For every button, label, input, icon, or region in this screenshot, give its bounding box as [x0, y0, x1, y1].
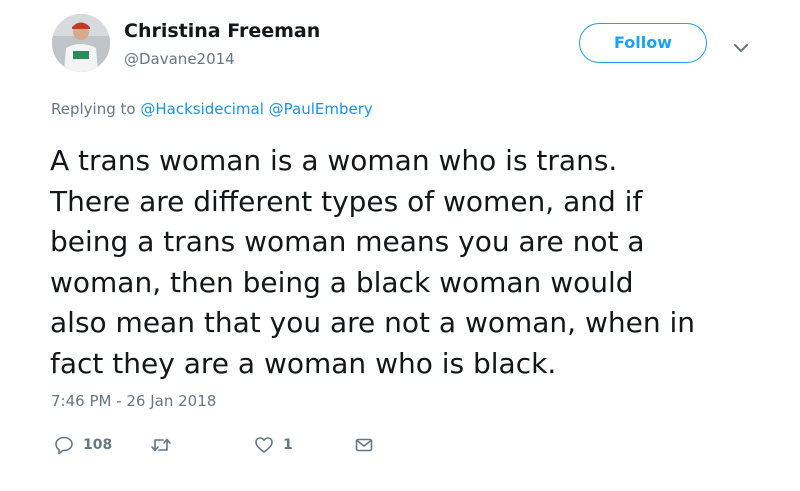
tweet-text-line: woman, then being a black woman would [50, 265, 634, 299]
mention-link[interactable]: @Hacksidecimal [140, 100, 264, 118]
chevron-down-icon[interactable] [733, 40, 749, 52]
like-button[interactable]: 1 [254, 432, 293, 458]
avatar[interactable] [52, 14, 110, 72]
replying-to: Replying to @Hacksidecimal @PaulEmbery [51, 100, 373, 118]
tweet-text-line: A trans woman is a woman who is trans. [50, 144, 618, 177]
reply-count: 108 [83, 437, 113, 453]
tweet-timestamp[interactable]: 7:46 PM - 26 Jan 2018 [51, 392, 216, 410]
tweet-text: A trans woman is a woman who is trans. T… [50, 141, 780, 384]
tweet-text-line: being a trans woman means you are not a [50, 225, 645, 258]
mention-link[interactable]: @PaulEmbery [269, 100, 373, 118]
direct-message-icon [354, 435, 374, 455]
tweet-text-line: also mean that you are not a woman, when… [50, 306, 696, 339]
tweet-text-line: fact they are a woman who is black. [50, 346, 557, 380]
user-handle[interactable]: @Davane2014 [124, 50, 235, 68]
follow-button[interactable]: Follow [579, 23, 707, 63]
display-name[interactable]: Christina Freeman [124, 20, 320, 42]
reply-icon [54, 435, 74, 455]
tweet-text-line: There are different types of women, and … [50, 184, 643, 218]
like-count: 1 [283, 437, 293, 453]
like-heart-icon [254, 435, 274, 455]
reply-button[interactable]: 108 [54, 432, 112, 458]
retweet-icon [150, 435, 172, 455]
retweet-button[interactable] [150, 432, 181, 458]
replying-to-label: Replying to [51, 100, 136, 118]
direct-message-button[interactable] [354, 432, 374, 458]
